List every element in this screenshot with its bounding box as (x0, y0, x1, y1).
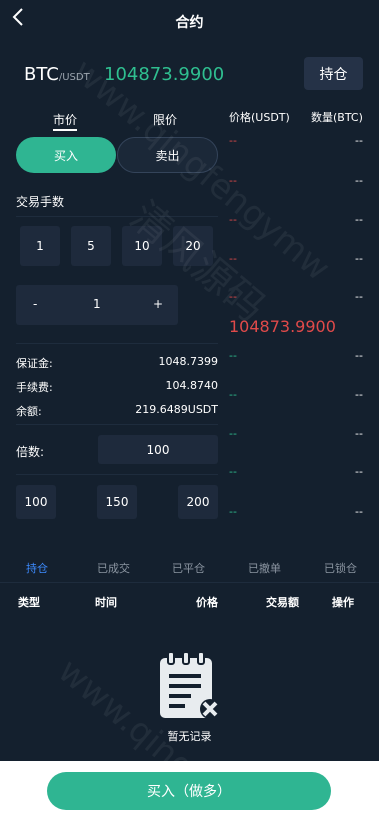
symbol: BTC (24, 64, 59, 85)
quantity-preset-1[interactable]: 1 (20, 226, 60, 266)
bid-price: -- (229, 427, 237, 440)
column-type: 类型 (18, 596, 40, 609)
fee-label: 手续费: (16, 381, 53, 394)
tab-cancelled[interactable]: 已撤单 (248, 560, 281, 576)
bid-qty: -- (355, 465, 363, 478)
orderbook-qty-header: 数量(BTC) (311, 111, 363, 124)
ask-price: -- (229, 213, 237, 226)
ask-qty: -- (355, 174, 363, 187)
divider (16, 343, 218, 344)
bid-price: -- (229, 349, 237, 362)
bid-price: -- (229, 505, 237, 518)
divider (16, 474, 218, 475)
orderbook-price-header: 价格(USDT) (229, 111, 290, 124)
ask-qty: -- (355, 213, 363, 226)
margin-value: 1048.7399 (158, 355, 219, 368)
leverage-preset-100[interactable]: 100 (16, 485, 56, 519)
ask-qty: -- (355, 290, 363, 303)
quantity-value[interactable]: 1 (93, 297, 101, 311)
ask-price: -- (229, 252, 237, 265)
bid-qty: -- (355, 388, 363, 401)
positions-button[interactable]: 持仓 (304, 57, 363, 90)
leverage-preset-200[interactable]: 200 (178, 485, 218, 519)
balance-label: 余额: (16, 405, 42, 418)
tab-limit[interactable]: 限价 (153, 111, 177, 128)
tab-filled[interactable]: 已成交 (97, 560, 130, 576)
page-title: 合约 (175, 15, 204, 31)
margin-label: 保证金: (16, 357, 53, 370)
ask-qty: -- (355, 134, 363, 147)
divider (16, 424, 218, 425)
buy-long-button[interactable]: 买入（做多） (47, 772, 331, 810)
quantity-stepper: - 1 + (16, 285, 178, 325)
current-price: 104873.9900 (104, 64, 225, 85)
column-time: 时间 (95, 596, 117, 609)
balance-value: 219.6489USDT (135, 403, 218, 416)
bid-price: -- (229, 388, 237, 401)
decrement-button[interactable]: - (33, 297, 37, 311)
bid-qty: -- (355, 505, 363, 518)
bid-price: -- (229, 465, 237, 478)
increment-button[interactable]: + (153, 297, 163, 311)
bid-qty: -- (355, 349, 363, 362)
quantity-preset-5[interactable]: 5 (71, 226, 111, 266)
sell-toggle-button[interactable]: 卖出 (117, 137, 218, 173)
empty-records-text: 暂无记录 (167, 730, 212, 743)
fee-value: 104.8740 (165, 379, 219, 392)
quantity-label: 交易手数 (16, 195, 65, 209)
tab-market[interactable]: 市价 (53, 111, 78, 131)
ask-price: -- (229, 174, 237, 187)
orderbook-mid-price: 104873.9900 (229, 317, 336, 336)
column-amount: 交易额 (266, 596, 299, 609)
pair-label: /USDT (58, 72, 90, 83)
tab-positions[interactable]: 持仓 (26, 560, 48, 576)
column-action: 操作 (332, 596, 354, 609)
ask-price: -- (229, 290, 237, 303)
ask-price: -- (229, 134, 237, 147)
symbol-label: BTC/USDT (24, 64, 90, 85)
bid-qty: -- (355, 427, 363, 440)
buy-toggle-button[interactable]: 买入 (16, 137, 116, 173)
leverage-label: 倍数: (16, 445, 45, 459)
fee-row: 手续费: 104.8740 (16, 379, 218, 395)
column-price: 价格 (196, 596, 218, 609)
ask-qty: -- (355, 252, 363, 265)
divider (16, 216, 218, 217)
divider (0, 582, 379, 583)
tab-closed[interactable]: 已平仓 (172, 560, 205, 576)
quantity-preset-10[interactable]: 10 (122, 226, 162, 266)
top-bar: 合约 (0, 0, 379, 44)
empty-records-icon (160, 651, 220, 719)
balance-row: 余额: 219.6489USDT (16, 403, 218, 419)
leverage-preset-150[interactable]: 150 (97, 485, 137, 519)
tab-locked[interactable]: 已锁仓 (324, 560, 357, 576)
leverage-input[interactable]: 100 (98, 435, 218, 464)
margin-row: 保证金: 1048.7399 (16, 355, 218, 371)
quantity-preset-20[interactable]: 20 (173, 226, 213, 266)
